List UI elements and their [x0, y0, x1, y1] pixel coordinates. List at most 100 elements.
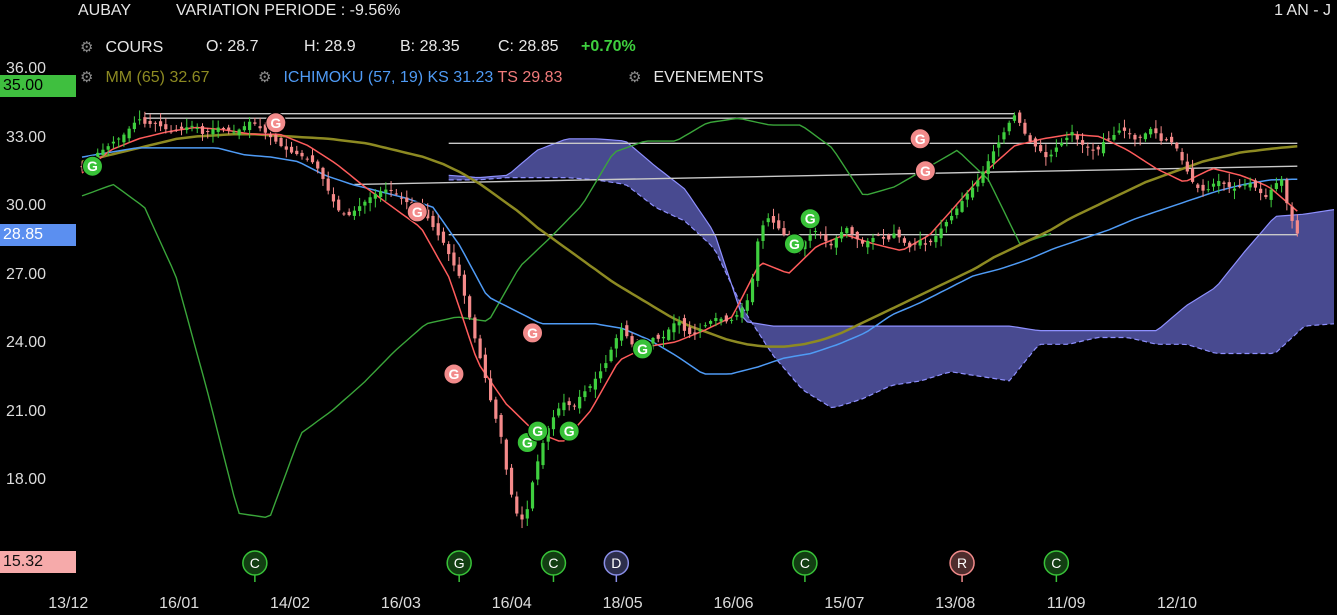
candle-body	[331, 194, 336, 202]
tenkan-line	[81, 126, 1298, 442]
candle-body	[489, 378, 493, 401]
candle-body	[1175, 142, 1179, 149]
candle-body	[1080, 140, 1085, 145]
candle-body	[991, 151, 996, 164]
candle-body	[1065, 137, 1069, 141]
candle-body	[342, 213, 346, 215]
candle-body	[688, 327, 692, 335]
candle-body	[541, 443, 545, 466]
candle-body	[740, 307, 744, 318]
candle-body	[468, 296, 472, 318]
candle-body	[1075, 135, 1079, 140]
candle-body	[667, 329, 671, 340]
candle-body	[1280, 179, 1284, 186]
x-tick-label: 13/08	[935, 595, 976, 612]
candle-body	[834, 237, 838, 248]
candle-body	[824, 234, 828, 241]
candle-body	[1206, 189, 1210, 191]
candle-body	[813, 230, 817, 232]
candle-body	[808, 234, 812, 241]
candle-body	[447, 244, 451, 255]
candle-body	[782, 228, 786, 235]
event-letter: G	[789, 236, 800, 252]
candle-body	[614, 338, 618, 349]
candle-body	[986, 161, 990, 174]
event-letter: G	[87, 158, 98, 174]
chikou-line	[81, 117, 1052, 519]
candle-body	[494, 399, 498, 419]
candle-body	[756, 241, 760, 281]
price-chart[interactable]: GGGGGGG GGGGGGC G C D C R C	[0, 0, 1337, 615]
x-tick-label: 15/07	[824, 595, 865, 612]
candle-body	[483, 354, 487, 379]
candle-body	[661, 336, 666, 339]
candle-body	[860, 240, 865, 244]
candle-body	[724, 315, 728, 322]
candle-body	[509, 467, 514, 495]
event-letter: G	[454, 555, 465, 571]
event-letter: G	[448, 366, 459, 382]
candle-body	[1285, 179, 1289, 204]
candle-body	[185, 127, 189, 130]
candle-body	[599, 371, 603, 379]
candle-body	[258, 126, 262, 129]
candle-body	[845, 228, 849, 234]
candle-body	[127, 128, 131, 139]
candle-body	[887, 234, 891, 240]
candle-body	[536, 461, 540, 480]
candle-body	[1096, 146, 1100, 150]
candle-body	[949, 215, 954, 221]
candle-body	[1170, 136, 1174, 143]
candle-body	[970, 187, 975, 198]
candle-body	[766, 218, 770, 223]
candle-body	[473, 317, 477, 339]
candle-body	[1149, 128, 1153, 135]
candle-body	[373, 193, 377, 199]
candle-body	[499, 415, 503, 437]
candle-body	[174, 129, 178, 131]
candle-body	[892, 233, 896, 238]
candle-body	[368, 197, 372, 204]
candle-body	[850, 227, 854, 235]
candle-body	[164, 124, 168, 130]
candle-body	[1180, 152, 1184, 161]
event-letter: G	[532, 423, 543, 439]
candle-body	[619, 328, 624, 341]
candle-body	[169, 131, 173, 133]
candle-body	[934, 235, 938, 243]
candle-body	[389, 189, 393, 191]
candle-body	[871, 237, 875, 243]
candle-body	[578, 396, 582, 409]
candle-body	[588, 386, 592, 388]
candle-body	[981, 171, 985, 183]
candle-body	[478, 338, 482, 359]
x-tick-label: 18/05	[602, 595, 643, 612]
candle-body	[530, 482, 535, 509]
candle-body	[557, 408, 561, 416]
candle-body	[242, 126, 246, 131]
event-letter: C	[250, 555, 260, 571]
candle-body	[1039, 145, 1043, 152]
candle-body	[358, 206, 362, 211]
candle-body	[520, 514, 524, 520]
candle-body	[1128, 133, 1132, 135]
candle-body	[1028, 135, 1032, 142]
x-tick-label: 11/09	[1046, 595, 1086, 612]
candle-body	[1290, 206, 1294, 221]
candle-body	[897, 229, 901, 238]
candle-body	[567, 401, 571, 406]
x-tick-label: 16/03	[380, 595, 421, 612]
candle-body	[195, 127, 199, 129]
candle-body	[902, 238, 907, 243]
candle-body	[976, 180, 980, 187]
candle-body	[268, 134, 273, 138]
candle-body	[1253, 180, 1258, 188]
event-letter: G	[637, 341, 648, 357]
event-letter: R	[957, 555, 967, 571]
candle-body	[1232, 188, 1237, 191]
candle-body	[305, 158, 309, 160]
candle-body	[132, 122, 136, 130]
candle-body	[625, 325, 629, 337]
candle-body	[866, 240, 870, 248]
candle-body	[908, 242, 912, 248]
